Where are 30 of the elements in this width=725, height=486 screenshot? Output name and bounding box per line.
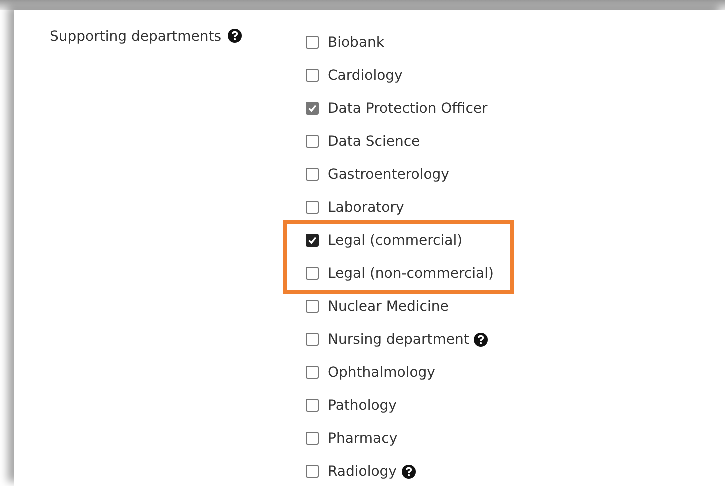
option-label[interactable]: Ophthalmology (328, 364, 436, 380)
option-label[interactable]: Nuclear Medicine (328, 298, 449, 314)
option-label[interactable]: Pathology (328, 398, 397, 414)
checkbox[interactable] (306, 234, 319, 247)
checkbox[interactable] (306, 432, 319, 445)
help-icon[interactable] (228, 29, 242, 43)
checkbox[interactable] (306, 267, 319, 280)
option-label[interactable]: Data Science (328, 134, 420, 150)
help-icon[interactable] (402, 464, 416, 478)
checkbox[interactable] (306, 201, 319, 214)
option-label[interactable]: Legal (commercial) (328, 232, 463, 248)
help-icon[interactable] (474, 332, 488, 346)
option-label[interactable]: Pharmacy (328, 430, 398, 446)
checkbox[interactable] (306, 465, 319, 478)
checkbox[interactable] (306, 399, 319, 412)
field-label: Supporting departments (50, 29, 222, 45)
option-label[interactable]: Biobank (328, 34, 385, 50)
checkbox[interactable] (306, 366, 319, 379)
checkbox[interactable] (306, 69, 319, 82)
option-label[interactable]: Cardiology (328, 68, 403, 84)
checkbox[interactable] (306, 36, 319, 49)
option-label[interactable]: Gastroenterology (328, 166, 450, 182)
checkbox[interactable] (306, 168, 319, 181)
checkbox[interactable] (306, 135, 319, 148)
option-label[interactable]: Radiology (328, 464, 397, 480)
checkbox[interactable] (306, 333, 319, 346)
option-label[interactable]: Legal (non-commercial) (328, 266, 494, 282)
option-label[interactable]: Laboratory (328, 200, 404, 216)
option-label[interactable]: Nursing department (328, 332, 470, 348)
checkbox[interactable] (306, 300, 319, 313)
